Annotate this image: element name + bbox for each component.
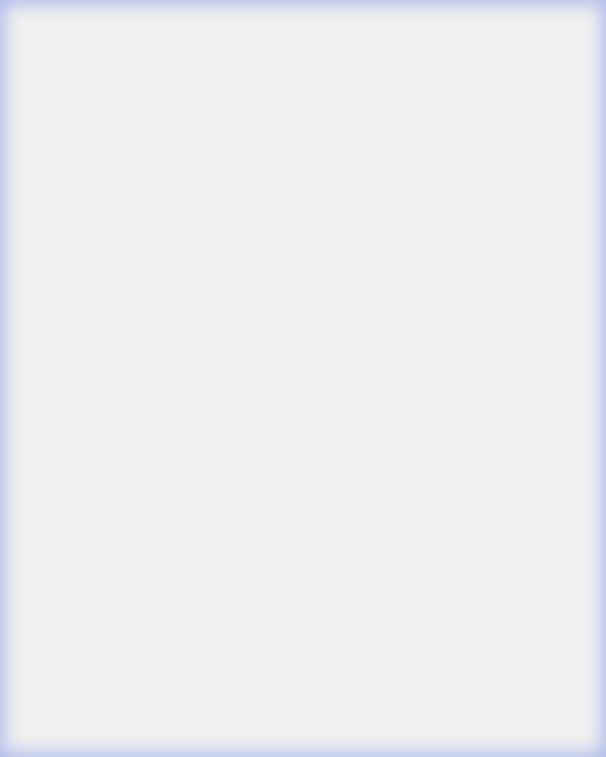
search-input[interactable] bbox=[61, 87, 541, 102]
nav-label: Orders bbox=[164, 732, 200, 744]
chevron-right-icon bbox=[560, 342, 576, 360]
person-icon bbox=[26, 231, 86, 291]
add-tailor-button[interactable] bbox=[534, 613, 590, 669]
nav-item-home[interactable]: Home bbox=[0, 685, 121, 757]
plus-icon bbox=[551, 630, 573, 652]
bottom-navigation: Home Orders Calendar Clients Reports bbox=[0, 685, 606, 757]
list-item[interactable]: Efua Annan bbox=[16, 581, 590, 661]
tailor-avatar bbox=[26, 321, 86, 381]
tailor-avatar bbox=[26, 591, 86, 651]
nav-item-reports[interactable]: Reports bbox=[485, 685, 606, 757]
calendar-icon bbox=[292, 701, 314, 723]
dashboard-icon bbox=[50, 701, 72, 723]
nav-label: Reports bbox=[525, 732, 566, 744]
list-item[interactable]: Ama Amoah bbox=[16, 491, 590, 571]
tailor-name: Akua Frimpong bbox=[100, 432, 218, 449]
list-item[interactable]: Adjoa Opoku bbox=[16, 221, 590, 301]
staging-badge: STAGING bbox=[258, 1, 354, 20]
construction-icon bbox=[271, 7, 279, 15]
chevron-right-icon bbox=[560, 252, 576, 270]
nav-label: Clients bbox=[406, 732, 443, 744]
nav-item-calendar[interactable]: Calendar bbox=[242, 685, 363, 757]
staging-label: STAGING bbox=[284, 4, 342, 17]
page-title: Tailors bbox=[73, 14, 145, 39]
tailor-avatar bbox=[26, 411, 86, 471]
tailor-avatar bbox=[26, 141, 86, 201]
arrow-left-icon bbox=[18, 19, 38, 37]
shopping-bag-icon bbox=[171, 701, 193, 723]
nav-label: Calendar bbox=[279, 732, 327, 744]
people-icon bbox=[413, 701, 436, 723]
tailor-name: Abena Sarpong bbox=[100, 162, 219, 179]
chevron-right-icon bbox=[560, 432, 576, 450]
tailor-name: Ama Amoah bbox=[100, 522, 193, 539]
search-field[interactable] bbox=[16, 68, 590, 121]
list-item[interactable]: Abena Sarpong bbox=[16, 131, 590, 211]
bar-chart-icon bbox=[534, 701, 556, 723]
nav-label: Home bbox=[45, 732, 76, 744]
tailor-avatar bbox=[26, 501, 86, 561]
nav-item-orders[interactable]: Orders bbox=[121, 685, 242, 757]
tailor-name: Adjoa Opoku bbox=[100, 252, 200, 269]
tailor-list: Abena Sarpong Adjoa Opoku Afia Asante Ak… bbox=[16, 131, 590, 671]
list-item[interactable]: Afia Asante bbox=[16, 311, 590, 391]
help-button[interactable]: ? bbox=[567, 13, 598, 44]
tailor-name: Efua Annan bbox=[100, 612, 189, 629]
search-icon bbox=[27, 85, 47, 105]
tailor-name: Afia Asante bbox=[100, 342, 188, 359]
chevron-right-icon bbox=[560, 522, 576, 540]
back-button[interactable] bbox=[14, 14, 42, 42]
list-item[interactable]: Akua Frimpong bbox=[16, 401, 590, 481]
app-header: Tailors STAGING ? bbox=[0, 0, 606, 58]
nav-item-clients[interactable]: Clients bbox=[364, 685, 485, 757]
chevron-right-icon bbox=[560, 162, 576, 180]
